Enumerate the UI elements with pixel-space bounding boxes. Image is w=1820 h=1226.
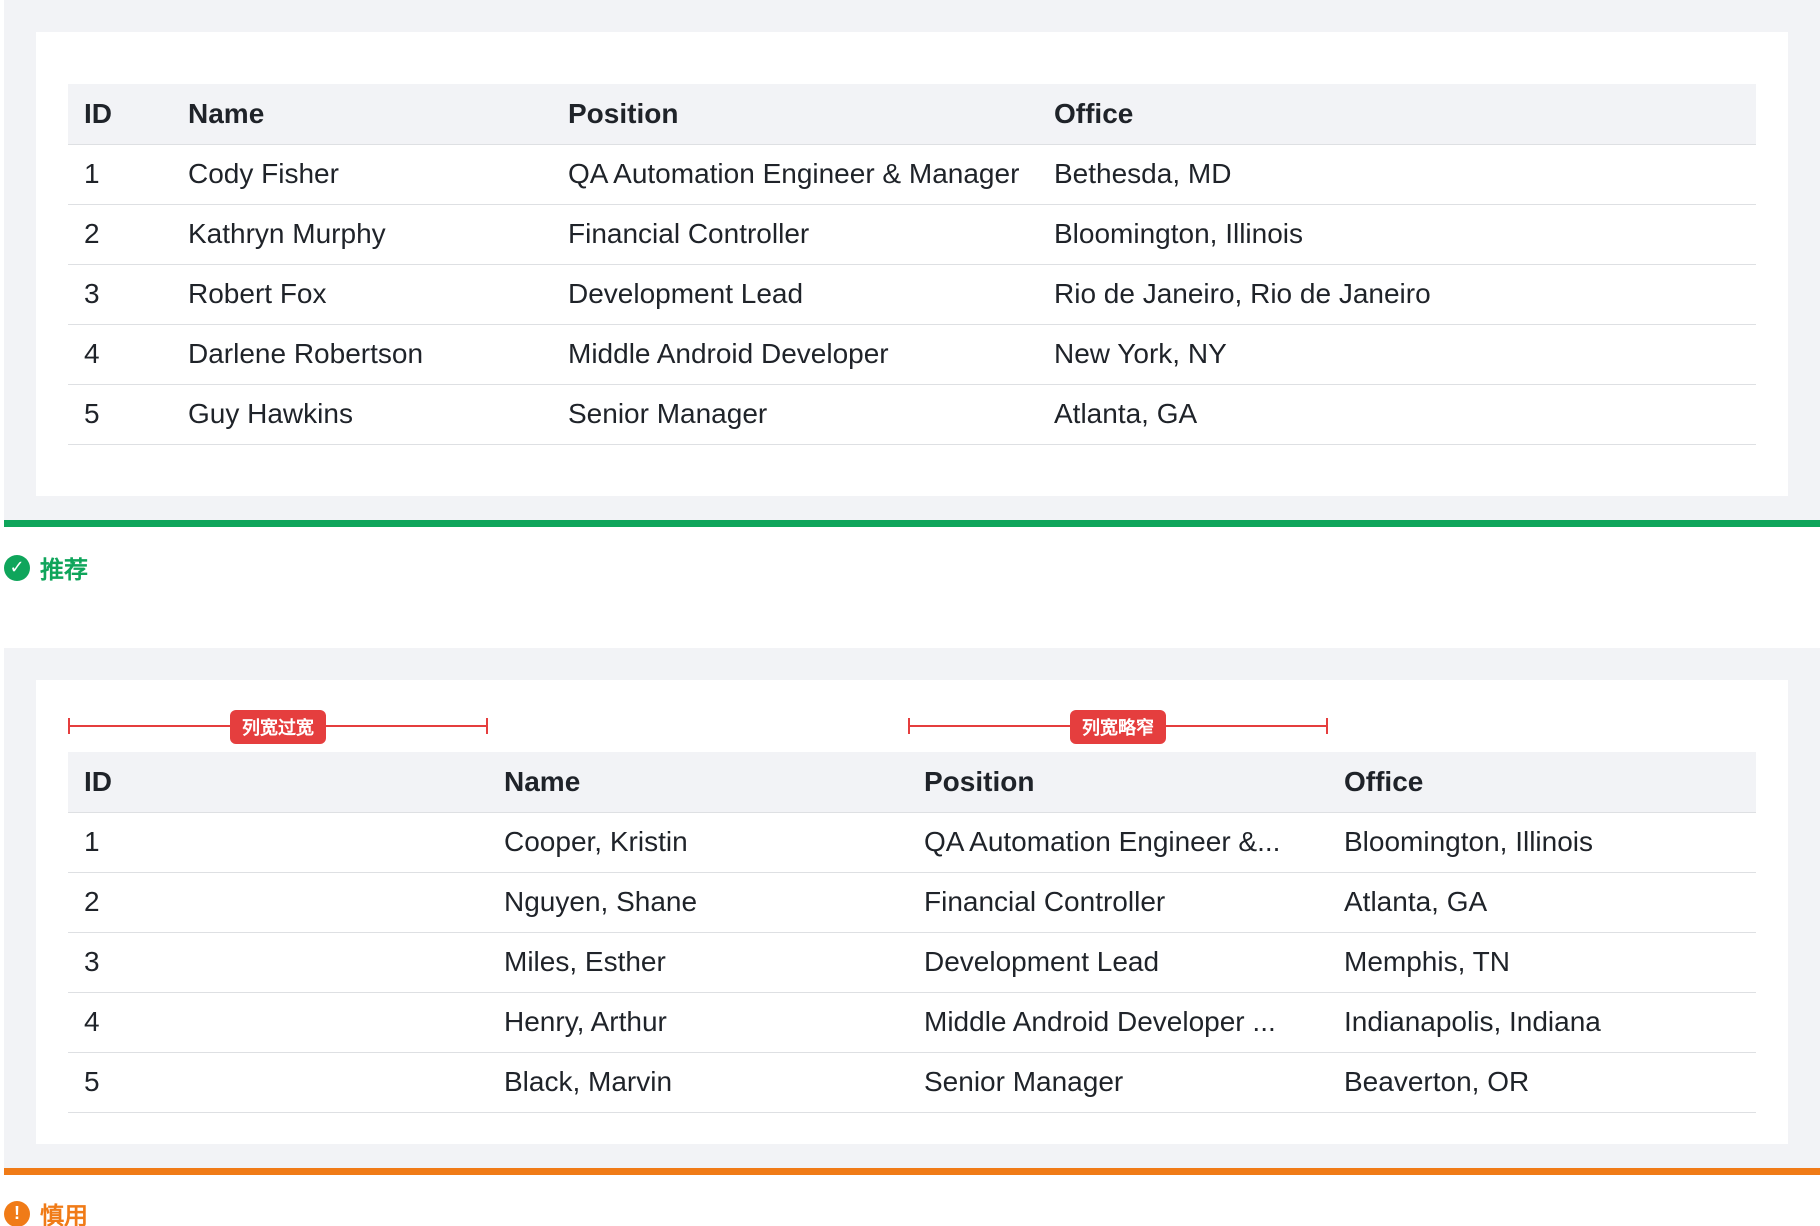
cell-id: 1 <box>68 144 172 205</box>
cell-position: Senior Manager <box>908 1052 1328 1113</box>
dimension-tick-right <box>486 718 488 734</box>
table-row[interactable]: 1 Cody Fisher QA Automation Engineer & M… <box>68 144 1756 205</box>
cell-position: Development Lead <box>552 264 1038 325</box>
cell-name: Cooper, Kristin <box>488 812 908 873</box>
column-header-office[interactable]: Office <box>1038 84 1756 145</box>
column-header-id[interactable]: ID <box>68 752 488 813</box>
cell-position: Development Lead <box>908 932 1328 993</box>
cell-office: Beaverton, OR <box>1328 1052 1756 1113</box>
cell-id: 4 <box>68 992 488 1053</box>
cell-position: Senior Manager <box>552 384 1038 445</box>
caution-example-table: ID Name Position Office 1 Cooper, Kristi… <box>68 752 1756 1113</box>
cell-position: Financial Controller <box>552 204 1038 265</box>
caution-divider <box>4 1168 1820 1175</box>
cell-id: 1 <box>68 812 488 873</box>
cell-position: Middle Android Developer <box>552 324 1038 385</box>
table-row[interactable]: 2 Nguyen, Shane Financial Controller Atl… <box>68 872 1756 933</box>
cell-position: Financial Controller <box>908 872 1328 933</box>
cell-position: QA Automation Engineer &... <box>908 812 1328 873</box>
cell-id: 3 <box>68 932 488 993</box>
dimension-tick-right <box>1326 718 1328 734</box>
cell-name: Miles, Esther <box>488 932 908 993</box>
column-header-id[interactable]: ID <box>68 84 172 145</box>
cell-name: Guy Hawkins <box>172 384 552 445</box>
cell-position: QA Automation Engineer & Manager <box>552 144 1038 205</box>
table-header-row: ID Name Position Office <box>68 84 1756 145</box>
cell-id: 5 <box>68 384 172 445</box>
cell-id: 3 <box>68 264 172 325</box>
column-header-position[interactable]: Position <box>908 752 1328 813</box>
cell-id: 5 <box>68 1052 488 1113</box>
good-example-table: ID Name Position Office 1 Cody Fisher QA… <box>68 84 1756 445</box>
column-header-office[interactable]: Office <box>1328 752 1756 813</box>
cell-id: 2 <box>68 872 488 933</box>
good-example-panel: ID Name Position Office 1 Cody Fisher QA… <box>4 0 1820 520</box>
cell-position: Middle Android Developer ... <box>908 992 1328 1053</box>
table-row[interactable]: 4 Darlene Robertson Middle Android Devel… <box>68 324 1756 385</box>
table-row[interactable]: 3 Miles, Esther Development Lead Memphis… <box>68 932 1756 993</box>
exclamation-circle-icon: ! <box>4 1200 30 1226</box>
check-circle-icon: ✓ <box>4 554 30 581</box>
cell-office: Bloomington, Illinois <box>1328 812 1756 873</box>
cell-name: Black, Marvin <box>488 1052 908 1113</box>
table-row[interactable]: 3 Robert Fox Development Lead Rio de Jan… <box>68 264 1756 325</box>
cell-office: Bethesda, MD <box>1038 144 1756 205</box>
dimension-tick-left <box>908 718 910 734</box>
cell-id: 4 <box>68 324 172 385</box>
column-too-wide-annotation: 列宽过宽 <box>68 710 488 744</box>
column-too-narrow-label: 列宽略窄 <box>1070 710 1166 744</box>
cell-name: Robert Fox <box>172 264 552 325</box>
good-example-card: ID Name Position Office 1 Cody Fisher QA… <box>36 32 1788 496</box>
column-header-name[interactable]: Name <box>172 84 552 145</box>
column-header-name[interactable]: Name <box>488 752 908 813</box>
recommended-text: 推荐 <box>40 557 88 584</box>
recommended-divider <box>4 520 1820 527</box>
cell-office: Indianapolis, Indiana <box>1328 992 1756 1053</box>
table-row[interactable]: 4 Henry, Arthur Middle Android Developer… <box>68 992 1756 1053</box>
caution-text: 慎用 <box>40 1203 88 1226</box>
cell-office: Bloomington, Illinois <box>1038 204 1756 265</box>
caution-example-panel: 列宽过宽 列宽略窄 ID Name Position Office 1 Coop… <box>4 648 1820 1168</box>
column-header-position[interactable]: Position <box>552 84 1038 145</box>
caution-label: ! 慎用 <box>4 1196 88 1226</box>
dimension-tick-left <box>68 718 70 734</box>
table-row[interactable]: 5 Black, Marvin Senior Manager Beaverton… <box>68 1052 1756 1113</box>
cell-name: Kathryn Murphy <box>172 204 552 265</box>
table-row[interactable]: 1 Cooper, Kristin QA Automation Engineer… <box>68 812 1756 873</box>
table-row[interactable]: 5 Guy Hawkins Senior Manager Atlanta, GA <box>68 384 1756 445</box>
cell-name: Henry, Arthur <box>488 992 908 1053</box>
cell-name: Cody Fisher <box>172 144 552 205</box>
table-header-row: ID Name Position Office <box>68 752 1756 813</box>
cell-name: Nguyen, Shane <box>488 872 908 933</box>
cell-office: Atlanta, GA <box>1328 872 1756 933</box>
column-too-narrow-annotation: 列宽略窄 <box>908 710 1328 744</box>
cell-name: Darlene Robertson <box>172 324 552 385</box>
cell-office: New York, NY <box>1038 324 1756 385</box>
column-too-wide-label: 列宽过宽 <box>230 710 326 744</box>
cell-office: Rio de Janeiro, Rio de Janeiro <box>1038 264 1756 325</box>
recommended-label: ✓ 推荐 <box>4 550 88 585</box>
cell-id: 2 <box>68 204 172 265</box>
cell-office: Memphis, TN <box>1328 932 1756 993</box>
table-row[interactable]: 2 Kathryn Murphy Financial Controller Bl… <box>68 204 1756 265</box>
caution-example-card: 列宽过宽 列宽略窄 ID Name Position Office 1 Coop… <box>36 680 1788 1144</box>
cell-office: Atlanta, GA <box>1038 384 1756 445</box>
